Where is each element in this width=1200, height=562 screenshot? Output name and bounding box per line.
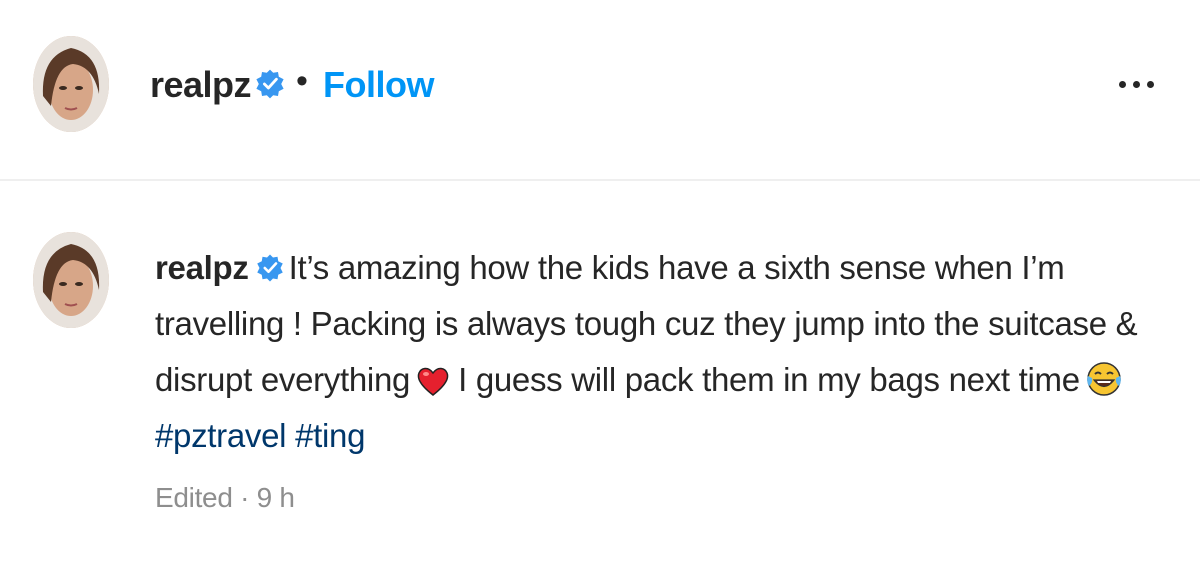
red-heart-emoji-icon <box>417 367 449 396</box>
hashtag-link[interactable]: #ting <box>295 417 365 454</box>
comment-text-part2: I guess will pack them in my bags next t… <box>458 361 1080 398</box>
more-horizontal-icon[interactable] <box>1112 74 1160 94</box>
header-divider <box>0 179 1200 181</box>
separator-dot: • <box>296 62 308 100</box>
caption-comment: realpz It’s amazing how the kids have a … <box>155 240 1165 464</box>
verified-badge-icon <box>256 69 284 99</box>
verified-badge-icon <box>256 254 283 282</box>
edited-label: Edited <box>155 482 233 513</box>
comment-username[interactable]: realpz <box>155 249 249 286</box>
hashtag-link[interactable]: #pztravel <box>155 417 287 454</box>
comment-meta: Edited · 9 h <box>155 482 295 514</box>
timestamp[interactable]: 9 h <box>257 482 295 513</box>
follow-button[interactable]: Follow <box>323 64 434 106</box>
comment-avatar[interactable] <box>33 232 109 328</box>
meta-separator: · <box>240 482 250 513</box>
post-author-username[interactable]: realpz <box>150 64 252 106</box>
avatar[interactable] <box>33 36 109 132</box>
post-header: realpz • Follow <box>0 0 1200 180</box>
tears-of-joy-emoji-icon <box>1086 362 1121 396</box>
